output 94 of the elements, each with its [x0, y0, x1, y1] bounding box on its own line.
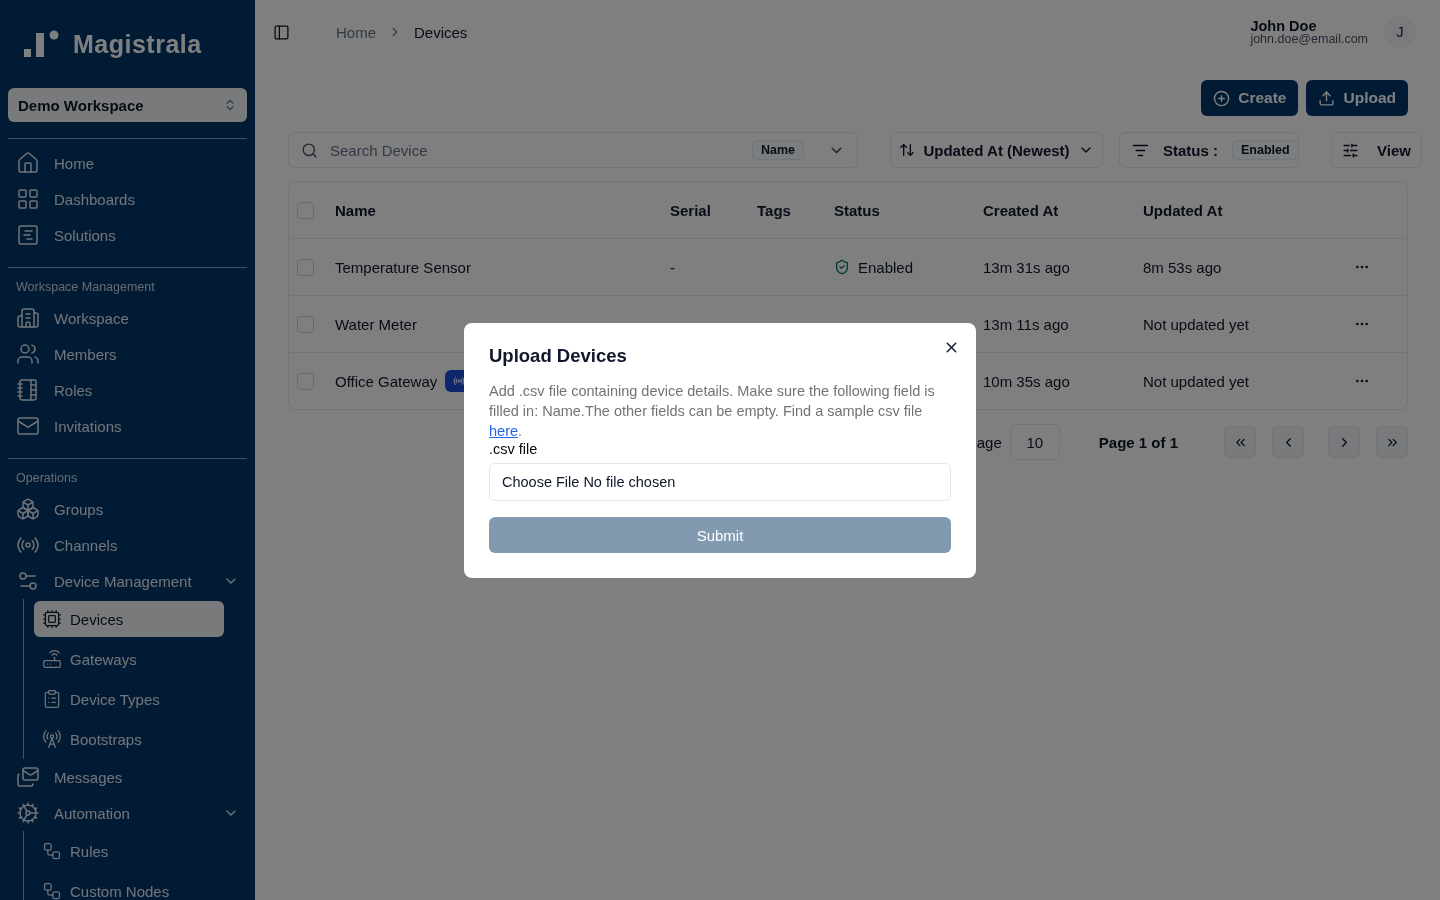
breadcrumb-link[interactable]: Home: [336, 23, 376, 41]
sidebar-item[interactable]: Workspace: [8, 300, 247, 336]
workflow-icon: [42, 841, 62, 861]
column-header: Status: [834, 201, 881, 219]
sliders-icon: [16, 569, 40, 593]
sample-link[interactable]: here: [489, 423, 519, 439]
logo-text: Magistrala: [73, 29, 202, 59]
first-page-button[interactable]: [1224, 426, 1256, 458]
sidebar-item[interactable]: Device Management: [8, 563, 247, 599]
avatar[interactable]: J: [1384, 16, 1416, 48]
table-cell: 10m 35s ago: [983, 372, 1070, 390]
select-all-checkbox[interactable]: [297, 201, 314, 219]
upload-icon: [1318, 89, 1336, 107]
rows-per-page-field[interactable]: 10: [1009, 424, 1060, 460]
user-email: john.doe@email.com: [1250, 33, 1368, 46]
dialog-title: Upload Devices: [489, 345, 628, 367]
search-bar[interactable]: Search Device Name: [288, 132, 858, 168]
column-header: Updated At: [1143, 201, 1224, 219]
table-cell: Water Meter: [335, 315, 417, 333]
row-checkbox[interactable]: [297, 315, 314, 333]
row-checkbox[interactable]: [297, 258, 314, 276]
search-field[interactable]: Search Device: [328, 140, 742, 160]
file-input[interactable]: Choose File No file chosen: [489, 463, 951, 501]
last-page-button[interactable]: [1376, 426, 1408, 458]
column-header: Tags: [757, 201, 792, 219]
sidebar-subitem[interactable]: Gateways: [34, 641, 224, 677]
sidebar-item[interactable]: Roles: [8, 372, 247, 408]
sidebar-item[interactable]: Automation: [8, 795, 247, 831]
breadcrumb-link[interactable]: Devices: [414, 23, 468, 41]
sidebar-subitem[interactable]: Bootstraps: [34, 721, 224, 757]
view-button[interactable]: View: [1331, 132, 1422, 168]
table-cell: 13m 31s ago: [983, 258, 1070, 276]
home-icon: [16, 151, 40, 175]
sliders-icon: [1342, 141, 1360, 159]
search-icon: [301, 141, 318, 159]
sort-button[interactable]: Updated At (Newest): [890, 132, 1103, 168]
user-name: John Doe: [1250, 18, 1318, 33]
sidebar-item[interactable]: Dashboards: [8, 181, 247, 217]
table-cell: Not updated yet: [1143, 372, 1249, 390]
field-chip: Name: [751, 140, 804, 160]
workspace-select[interactable]: Demo Workspace: [8, 88, 247, 122]
sidebar-subitem[interactable]: Devices: [34, 601, 224, 637]
column-header: Created At: [983, 201, 1060, 219]
upload-button[interactable]: Upload: [1306, 80, 1408, 116]
grid-icon: [16, 187, 40, 211]
previous-page-button[interactable]: [1272, 426, 1304, 458]
rows-per-page-label: age: [976, 433, 1002, 451]
sidebar-item[interactable]: Solutions: [8, 217, 247, 253]
router-icon: [42, 649, 62, 669]
column-header: Name: [335, 201, 377, 219]
status-text: Enabled: [858, 258, 914, 276]
status-filter[interactable]: Status : Enabled: [1119, 132, 1299, 168]
gear-icon: [16, 801, 40, 825]
antenna-icon: [42, 729, 62, 749]
next-page-button[interactable]: [1328, 426, 1360, 458]
column-header: Serial: [670, 201, 712, 219]
table-cell: Temperature Sensor: [335, 258, 471, 276]
mails-icon: [16, 765, 40, 789]
sidebar-item[interactable]: Channels: [8, 527, 247, 563]
sidebar-toggle-icon[interactable]: [273, 23, 290, 41]
notebook-icon: [16, 378, 40, 402]
table-cell: Office Gateway: [335, 372, 438, 390]
page-indicator: Page 1 of 1: [1098, 433, 1178, 451]
users-icon: [16, 342, 40, 366]
mail-icon: [16, 414, 40, 438]
building-icon: [16, 306, 40, 330]
table-cell: 13m 11s ago: [983, 315, 1069, 333]
field-label: .csv file: [489, 441, 539, 457]
dialog-description: Add .csv file containing device details. Make sure the following field is filled in: Name.The other fields can be empty. Find a sample csv file here.: [489, 382, 936, 441]
status-label: Status :: [1163, 141, 1218, 159]
shield-check-icon: [834, 259, 850, 275]
sidebar-subitem[interactable]: Custom Nodes: [34, 873, 224, 900]
sidebar-item[interactable]: Members: [8, 336, 247, 372]
table-cell: 8m 53s ago: [1143, 258, 1222, 276]
plus-icon: [1213, 89, 1231, 107]
workflow-icon: [42, 881, 62, 900]
sidebar-item[interactable]: Messages: [8, 759, 247, 795]
sidebar-item[interactable]: Home: [8, 145, 247, 181]
create-button[interactable]: Create: [1201, 80, 1299, 116]
sort-icon: [899, 142, 916, 158]
row-checkbox[interactable]: [297, 372, 314, 390]
logo-icon: [24, 29, 61, 59]
table-cell: -: [670, 258, 675, 276]
section-label: Workspace Management: [15, 279, 156, 296]
cubes-icon: [16, 497, 40, 521]
clipboard-icon: [42, 689, 62, 709]
sidebar-subitem[interactable]: Rules: [34, 833, 224, 869]
section-label: Operations: [15, 470, 79, 487]
sidebar-subitem[interactable]: Device Types: [34, 681, 224, 717]
table-cell: Not updated yet: [1143, 315, 1249, 333]
status-chip: Enabled: [1232, 140, 1299, 160]
sidebar-item[interactable]: Invitations: [8, 408, 247, 444]
sidebar-item[interactable]: Groups: [8, 491, 247, 527]
chip-icon: [42, 609, 62, 629]
